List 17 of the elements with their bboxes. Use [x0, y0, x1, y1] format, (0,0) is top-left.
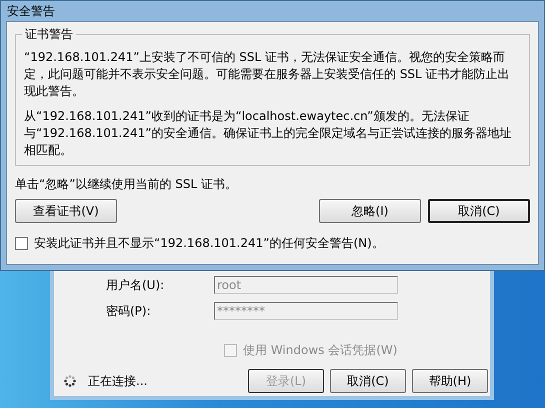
- checkbox-label: 使用 Windows 会话凭据(W): [243, 342, 398, 359]
- group-title: 证书警告: [22, 26, 76, 43]
- checkbox-label: 安装此证书并且不显示“192.168.101.241”的任何安全警告(N)。: [34, 235, 384, 252]
- checkbox[interactable]: [15, 237, 28, 250]
- status-text: 正在连接...: [88, 372, 148, 390]
- login-window-button[interactable]: 帮助(H): [412, 369, 488, 393]
- spinner-icon: [64, 375, 76, 387]
- field-label: 密码(P):: [106, 302, 152, 320]
- hint-text: 单击“忽略”以继续使用当前的 SSL 证书。: [15, 176, 238, 193]
- login-window-button[interactable]: 取消(C): [330, 369, 406, 393]
- window-title: 安全警告: [7, 2, 55, 20]
- warning-paragraph: 从“192.168.101.241”收到的证书是为“localhost.ewaytec.cn”颁发的。无法保证与“192.168.101.241”的安全通信。确保证书上的完全限定域名与正尝试连接的服务器地址相匹配。: [24, 108, 512, 159]
- dialog-button[interactable]: 查看证书(V): [15, 199, 117, 223]
- dialog-button[interactable]: 取消(C): [428, 199, 530, 223]
- field-label: 用户名(U):: [106, 276, 166, 294]
- dialog-button[interactable]: 忽略(I): [319, 199, 421, 223]
- warning-paragraph: “192.168.101.241”上安装了不可信的 SSL 证书，无法保证安全通信。视您的安全策略而定，此问题可能并不表示安全问题。可能需要在服务器上安装受信任的 SSL 证书才能防止出现此警告。: [24, 49, 511, 100]
